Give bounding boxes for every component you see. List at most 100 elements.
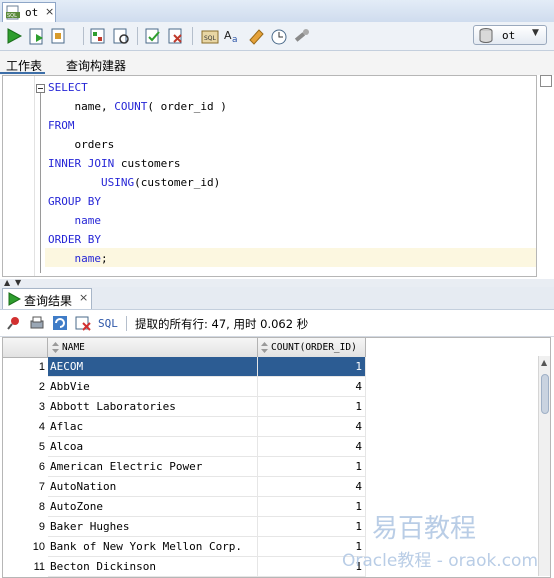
row-number[interactable]: 1 — [3, 357, 47, 377]
toolbar-separator — [126, 316, 127, 331]
splitter[interactable] — [0, 279, 554, 287]
row-number[interactable]: 2 — [3, 377, 47, 397]
sql-worksheet-history-icon[interactable]: SQL — [200, 26, 220, 46]
cell-name[interactable]: Aflac — [48, 417, 258, 437]
sql-editor[interactable]: SELECT name, COUNT( order_id ) FROM order… — [2, 75, 537, 277]
row-number[interactable]: 7 — [3, 477, 47, 497]
cell-count[interactable]: 1 — [258, 497, 366, 517]
column-header-count[interactable]: COUNT(ORDER_ID) — [258, 338, 366, 357]
explain-plan-icon[interactable] — [88, 26, 108, 46]
vertical-scrollbar[interactable]: ▲ — [538, 356, 550, 576]
row-number[interactable]: 3 — [3, 397, 47, 417]
row-number[interactable]: 11 — [3, 557, 47, 577]
rollback-icon[interactable] — [166, 26, 186, 46]
row-number[interactable]: 9 — [3, 517, 47, 537]
commit-icon[interactable] — [143, 26, 163, 46]
table-row[interactable]: 4 Aflac 4 — [3, 417, 366, 437]
code-line[interactable]: SELECT — [48, 78, 88, 97]
code-line[interactable]: USING(customer_id) — [48, 173, 220, 192]
toolbar-separator — [192, 27, 193, 45]
cell-count[interactable]: 1 — [258, 517, 366, 537]
code-line[interactable]: orders — [48, 135, 114, 154]
cell-name[interactable]: AutoNation — [48, 477, 258, 497]
cell-name[interactable]: Alcoa — [48, 437, 258, 457]
table-row[interactable]: 2 AbbVie 4 — [3, 377, 366, 397]
print-icon[interactable] — [29, 315, 45, 331]
column-header-name[interactable]: NAME — [48, 338, 258, 357]
cell-name[interactable]: American Electric Power — [48, 457, 258, 477]
fold-toggle-icon[interactable] — [36, 84, 45, 93]
row-number[interactable]: 10 — [3, 537, 47, 557]
fold-line — [40, 93, 41, 273]
cell-name[interactable]: Baker Hughes — [48, 517, 258, 537]
table-row[interactable]: 10 Bank of New York Mellon Corp. 1 — [3, 537, 366, 557]
table-row[interactable]: 5 Alcoa 4 — [3, 437, 366, 457]
column-name-label: NAME — [62, 342, 85, 353]
sql-keyword: COUNT — [114, 100, 148, 113]
code-line[interactable]: name, COUNT( order_id ) — [48, 97, 226, 116]
table-row[interactable]: 8 AutoZone 1 — [3, 497, 366, 517]
document-tab-ot[interactable]: SQL ot × — [2, 2, 56, 22]
code-line[interactable]: ORDER BY — [48, 230, 101, 249]
close-icon[interactable]: × — [45, 5, 54, 18]
editor-corner-checkbox[interactable] — [540, 75, 552, 87]
cell-count[interactable]: 4 — [258, 477, 366, 497]
sql-tuning-icon[interactable] — [111, 26, 131, 46]
code-line[interactable]: GROUP BY — [48, 192, 101, 211]
worksheet-toolbar: ▼ SQL Aa ot ▼ — [0, 22, 554, 59]
table-row[interactable]: 6 American Electric Power 1 — [3, 457, 366, 477]
cell-name[interactable]: AECOM — [48, 357, 258, 377]
connection-label: ot — [502, 29, 516, 42]
cell-count[interactable]: 1 — [258, 457, 366, 477]
sql-button[interactable]: SQL — [98, 317, 118, 330]
cell-name[interactable]: Bank of New York Mellon Corp. — [48, 537, 258, 557]
pin-icon[interactable] — [6, 315, 22, 331]
refresh-icon[interactable] — [52, 315, 68, 331]
grid-header: NAME COUNT(ORDER_ID) — [3, 338, 366, 358]
result-tab-bar: 查询结果 × — [0, 287, 554, 310]
connection-select[interactable]: ot ▼ — [473, 25, 547, 45]
row-number[interactable]: 4 — [3, 417, 47, 437]
cancel-query-icon[interactable] — [75, 315, 91, 331]
row-number[interactable]: 8 — [3, 497, 47, 517]
table-row[interactable]: 1 AECOM 1 — [3, 357, 366, 377]
code-line[interactable]: name — [48, 211, 102, 230]
cell-name[interactable]: Abbott Laboratories — [48, 397, 258, 417]
scroll-up-icon[interactable]: ▲ — [541, 358, 547, 367]
scrollbar-thumb[interactable] — [541, 374, 549, 414]
table-row[interactable]: 3 Abbott Laboratories 1 — [3, 397, 366, 417]
row-number[interactable]: 5 — [3, 437, 47, 457]
cell-count[interactable]: 4 — [258, 417, 366, 437]
cell-count[interactable]: 4 — [258, 377, 366, 397]
cell-name[interactable]: AutoZone — [48, 497, 258, 517]
row-number[interactable]: 6 — [3, 457, 47, 477]
autotrace-icon[interactable] — [50, 26, 70, 46]
document-tab-label: ot — [25, 6, 39, 19]
run-script-icon[interactable] — [27, 26, 47, 46]
format-icon[interactable]: Aa — [223, 26, 243, 46]
run-statement-icon[interactable] — [4, 26, 24, 46]
code-line[interactable]: name; — [48, 249, 108, 268]
sort-icon[interactable] — [261, 342, 268, 353]
cell-count[interactable]: 4 — [258, 437, 366, 457]
code-line[interactable]: FROM — [48, 116, 75, 135]
code-line[interactable]: INNER JOIN customers — [48, 154, 180, 173]
table-row[interactable]: 11 Becton Dickinson 1 — [3, 557, 366, 577]
cell-name[interactable]: Becton Dickinson — [48, 557, 258, 577]
cell-name[interactable]: AbbVie — [48, 377, 258, 397]
cell-count[interactable]: 1 — [258, 397, 366, 417]
collapse-down-icon[interactable]: ▼ — [15, 278, 21, 287]
collapse-up-icon[interactable]: ▲ — [4, 278, 10, 287]
history-icon[interactable] — [269, 26, 289, 46]
clear-icon[interactable] — [246, 26, 266, 46]
cell-count[interactable]: 1 — [258, 357, 366, 377]
table-row[interactable]: 7 AutoNation 4 — [3, 477, 366, 497]
tab-query-result[interactable]: 查询结果 × — [2, 288, 92, 309]
tab-query-builder[interactable]: 查询构建器 — [66, 57, 126, 74]
table-row[interactable]: 9 Baker Hughes 1 — [3, 517, 366, 537]
close-icon[interactable]: × — [79, 291, 88, 304]
sort-icon[interactable] — [52, 342, 59, 353]
tools-icon[interactable] — [292, 26, 312, 46]
sql-keyword: USING — [100, 176, 135, 189]
